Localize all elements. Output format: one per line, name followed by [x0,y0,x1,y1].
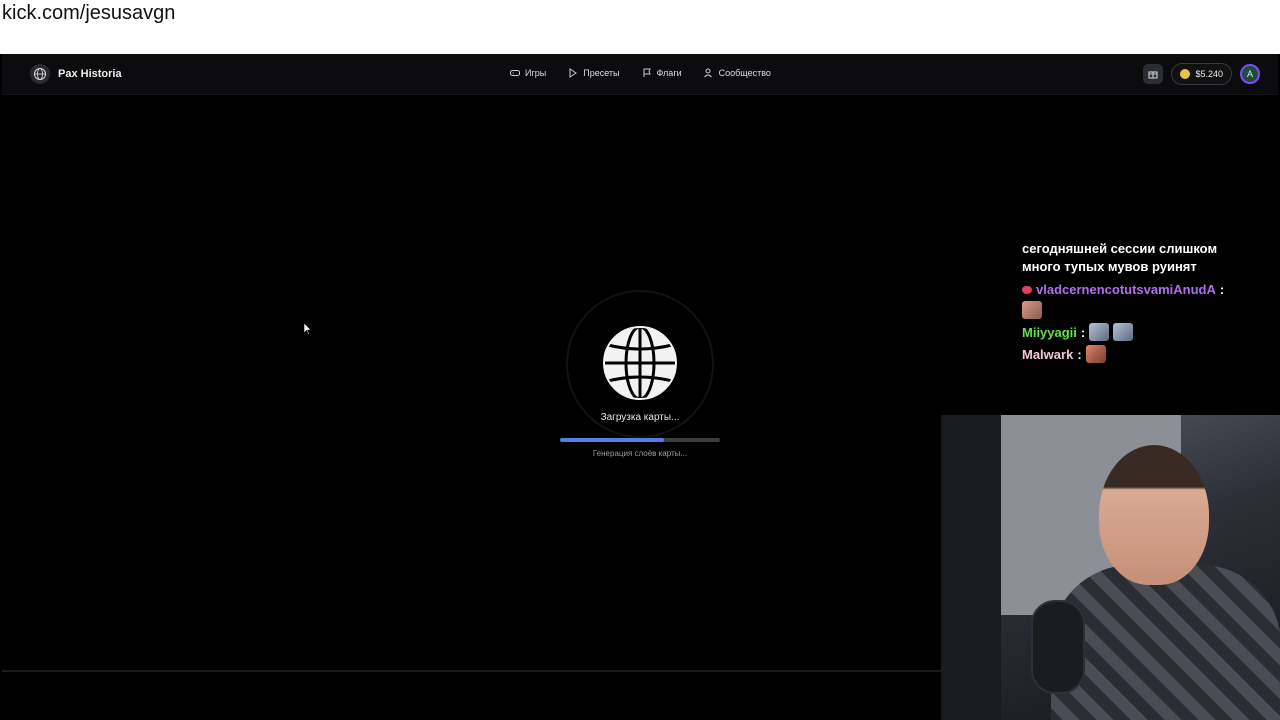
loader-title: Загрузка карты... [600,412,680,423]
emote-icon [1089,323,1110,341]
webcam-background [941,415,1001,720]
brand[interactable]: Pax Historia [30,64,122,84]
stream-chat-overlay: сегодняшней сессии слишком много тупых м… [1022,242,1278,363]
chat-username: Miiyyagii [1022,324,1077,340]
coin-icon [1180,69,1191,79]
chat-partial-line: сегодняшней сессии слишком [1022,242,1218,256]
heart-badge-icon [1022,285,1032,294]
nav-presets-label: Пресеты [583,68,620,78]
users-icon [703,68,712,78]
chat-separator: : [1077,346,1082,362]
nav-community[interactable]: Сообщество [703,68,771,78]
nav-links: Игры Пресеты Флаги Сообщество [510,68,771,78]
chat-message: Miiyyagii : [1022,323,1278,341]
nav-games[interactable]: Игры [510,68,546,78]
nav-flags-label: Флаги [656,68,682,78]
emote-icon [1022,301,1042,319]
emote-icon [1113,323,1134,341]
nav-right: $5.240 A [1143,63,1260,85]
loader-subtitle: Генерация слоёв карты... [592,449,688,458]
nav-community-label: Сообщество [718,68,771,78]
globe-icon [603,325,677,401]
nav-flags[interactable]: Флаги [642,68,682,78]
stream-url-text: kick.com/jesusavgn [2,2,176,24]
brand-name: Pax Historia [58,68,122,80]
globe-logo-icon [30,64,50,84]
mouse-cursor-icon [304,323,312,335]
gift-button[interactable] [1143,64,1164,84]
avatar[interactable]: A [1240,64,1260,84]
chat-message-emotes [1022,301,1278,319]
gift-icon [1148,71,1158,79]
chat-message: vladcernencotutsvamiAnudA : [1022,282,1278,297]
chat-partial-line: много тупых мувов руинят [1022,259,1197,274]
balance-pill[interactable]: $5.240 [1171,63,1232,85]
webcam-person-body [1051,565,1280,720]
flag-icon [643,68,651,77]
chat-separator: : [1219,282,1225,297]
play-icon [569,68,578,78]
nav-games-label: Игры [525,68,547,78]
chat-message: Malwark : [1022,345,1278,363]
loading-progress-fill [560,438,664,442]
stream-url-bar: kick.com/jesusavgn [0,0,1280,54]
webcam-person-head [1099,445,1209,585]
chat-username: vladcernencotutsvamiAnudA [1036,282,1216,297]
emote-icon [1085,345,1106,363]
top-navbar: Pax Historia Игры Пресеты Флаги Сообщест… [2,54,1278,95]
chat-username: Malwark [1022,346,1074,362]
nav-presets[interactable]: Пресеты [568,68,620,78]
balance-value: $5.240 [1195,69,1223,79]
chat-separator: : [1080,324,1086,340]
gamepad-icon [510,70,520,76]
microphone-icon [1031,600,1085,694]
streamer-webcam [941,415,1280,720]
loading-progress-bar [560,438,720,442]
